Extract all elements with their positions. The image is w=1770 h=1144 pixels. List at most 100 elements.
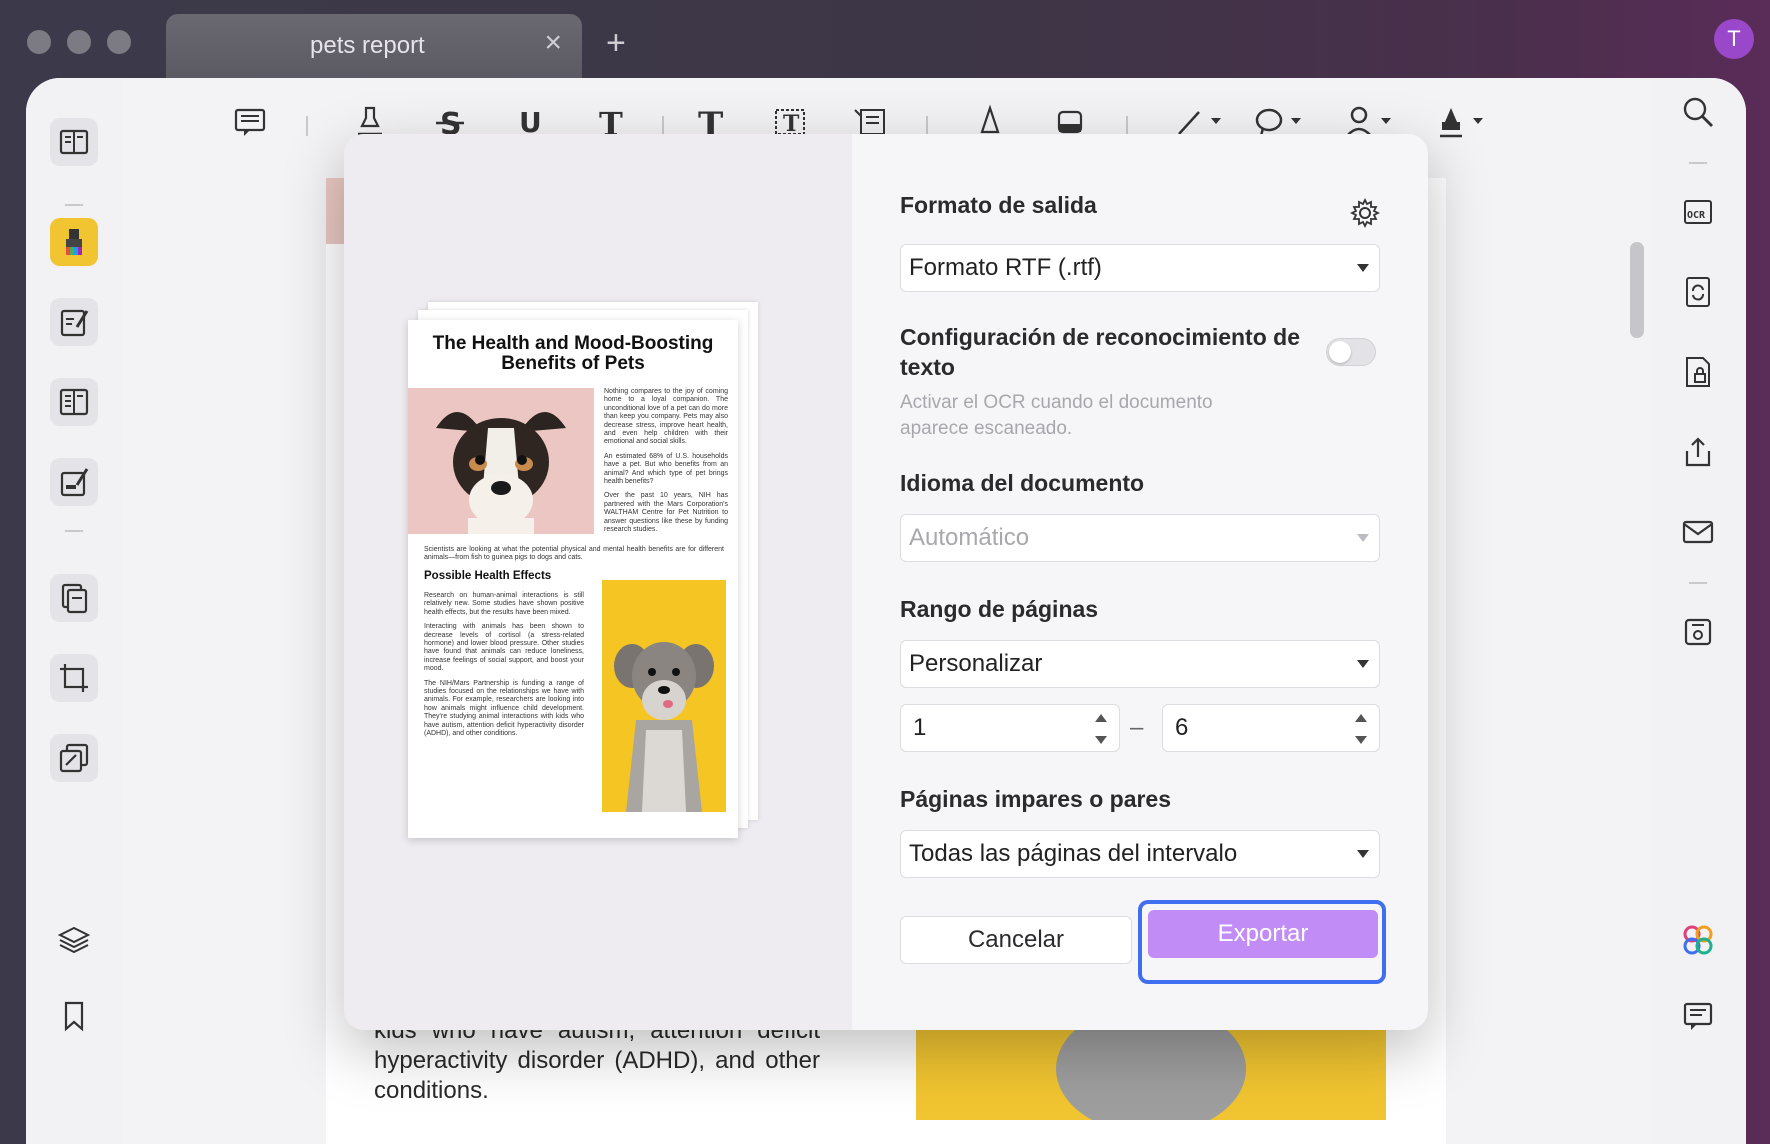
form-pen-icon — [60, 468, 89, 497]
page-from-value: 1 — [913, 714, 927, 741]
page-to-value: 6 — [1175, 714, 1189, 741]
lock-document-icon — [1686, 357, 1710, 387]
reader-mode-button[interactable] — [50, 118, 98, 166]
fill-sign-button[interactable] — [50, 458, 98, 506]
search-icon — [1683, 97, 1713, 127]
chevron-down-icon — [1357, 534, 1369, 542]
gear-icon[interactable] — [1350, 198, 1380, 228]
preview-paragraph: Interacting with animals has been shown … — [424, 623, 584, 673]
preview-dog-image-1 — [408, 388, 594, 534]
left-sidebar — [26, 78, 122, 1144]
ocr-icon: OCR — [1684, 200, 1712, 224]
minimize-window-button[interactable] — [67, 30, 91, 54]
right-sidebar: OCR — [1650, 78, 1746, 1144]
dog-photo-icon — [614, 642, 714, 812]
email-button[interactable] — [1678, 512, 1718, 552]
user-avatar[interactable]: T — [1714, 19, 1754, 59]
ai-assistant-button[interactable] — [1678, 920, 1718, 960]
preview-section-column: Research on human-animal interactions is… — [424, 592, 584, 745]
toolbar-divider — [306, 116, 308, 136]
note-tool[interactable] — [230, 102, 270, 142]
preview-section-heading: Possible Health Effects — [424, 570, 552, 582]
rail-divider — [65, 204, 83, 206]
pages-stack-icon — [61, 583, 88, 614]
new-tab-button[interactable]: + — [606, 26, 626, 60]
edit-pdf-button[interactable] — [50, 298, 98, 346]
preview-paragraph: Nothing compares to the joy of coming ho… — [604, 388, 728, 446]
preview-title: The Health and Mood-Boosting Benefits of… — [432, 333, 714, 374]
batch-tools-button[interactable] — [50, 734, 98, 782]
page-to-stepper[interactable]: 6 — [1162, 704, 1380, 752]
toolbar-divider — [662, 116, 664, 136]
batch-documents-icon — [59, 743, 89, 773]
convert-button[interactable] — [1678, 272, 1718, 312]
page-range-label: Rango de páginas — [900, 596, 1099, 622]
ocr-settings-label: Configuración de reconocimiento de texto — [900, 324, 1300, 380]
crop-icon — [60, 664, 88, 692]
preview-dog-image-2 — [602, 580, 726, 812]
export-settings-form: Formato de salida Formato RTF (.rtf) Con… — [900, 134, 1386, 1030]
output-format-value: Formato RTF (.rtf) — [909, 254, 1102, 281]
document-tab[interactable]: pets report × — [166, 14, 582, 80]
export-button[interactable]: Exportar — [1148, 910, 1378, 958]
ocr-toggle[interactable] — [1326, 338, 1376, 366]
crop-button[interactable] — [50, 654, 98, 702]
cancel-button[interactable]: Cancelar — [900, 916, 1132, 964]
document-language-label: Idioma del documento — [900, 470, 1145, 496]
layers-button[interactable] — [54, 920, 94, 960]
two-column-page-icon — [59, 388, 89, 416]
document-language-value: Automático — [909, 524, 1030, 551]
odd-even-value: Todas las páginas del intervalo — [909, 840, 1238, 867]
ai-logo-icon — [1683, 925, 1713, 955]
organize-pages-button[interactable] — [50, 574, 98, 622]
preview-paragraph: An estimated 68% of U.S. households have… — [604, 452, 728, 486]
chevron-down-icon — [1357, 660, 1369, 668]
preview-paragraph: Over the past 10 years, NIH has partnere… — [604, 492, 728, 534]
page-layout-button[interactable] — [50, 378, 98, 426]
mail-icon — [1682, 520, 1714, 544]
stamp-tool[interactable] — [1432, 102, 1492, 142]
vertical-scrollbar[interactable] — [1630, 242, 1644, 338]
chevron-down-icon — [1357, 264, 1369, 272]
chevron-down-icon — [1357, 850, 1369, 858]
bookmark-icon — [64, 1001, 84, 1032]
dog-photo-icon — [436, 411, 566, 534]
toggle-knob — [1329, 341, 1351, 363]
protect-button[interactable] — [1678, 352, 1718, 392]
range-separator: – — [1130, 714, 1144, 741]
search-button[interactable] — [1678, 92, 1718, 132]
ocr-hint: Activar el OCR cuando el documento apare… — [900, 392, 1213, 439]
comments-panel-button[interactable] — [1678, 996, 1718, 1036]
output-format-select[interactable]: Formato RTF (.rtf) — [900, 244, 1380, 292]
comment-icon — [234, 108, 266, 136]
preview-wide-paragraph: Scientists are looking at what the poten… — [424, 546, 724, 562]
close-window-button[interactable] — [27, 30, 51, 54]
export-dialog: The Health and Mood-Boosting Benefits of… — [344, 134, 1428, 1030]
page-from-stepper[interactable]: 1 — [900, 704, 1120, 752]
rail-divider — [65, 530, 83, 532]
document-preview-page: The Health and Mood-Boosting Benefits of… — [408, 320, 738, 838]
comment-mode-button[interactable] — [50, 218, 98, 266]
book-open-icon — [59, 129, 89, 155]
document-dog-image — [916, 1024, 1386, 1120]
document-image-edge — [326, 178, 344, 244]
comment-list-icon — [1683, 1002, 1713, 1030]
save-icon — [1684, 618, 1712, 646]
toolbar-divider — [926, 116, 928, 136]
odd-even-select[interactable]: Todas las páginas del intervalo — [900, 830, 1380, 878]
page-range-select[interactable]: Personalizar — [900, 640, 1380, 688]
odd-even-label: Páginas impares o pares — [900, 786, 1172, 812]
share-icon — [1685, 437, 1711, 467]
bookmarks-button[interactable] — [54, 996, 94, 1036]
stepper-arrows-icon[interactable] — [1095, 714, 1107, 744]
tab-close-icon[interactable]: × — [544, 28, 562, 58]
document-language-select[interactable]: Automático — [900, 514, 1380, 562]
stepper-arrows-icon[interactable] — [1355, 714, 1367, 744]
preview-pane: The Health and Mood-Boosting Benefits of… — [344, 134, 852, 1030]
rail-divider — [1689, 162, 1707, 164]
ocr-button[interactable]: OCR — [1678, 192, 1718, 232]
zoom-window-button[interactable] — [107, 30, 131, 54]
save-button[interactable] — [1678, 612, 1718, 652]
share-button[interactable] — [1678, 432, 1718, 472]
preview-paragraph: The NIH/Mars Partnership is funding a ra… — [424, 679, 584, 738]
